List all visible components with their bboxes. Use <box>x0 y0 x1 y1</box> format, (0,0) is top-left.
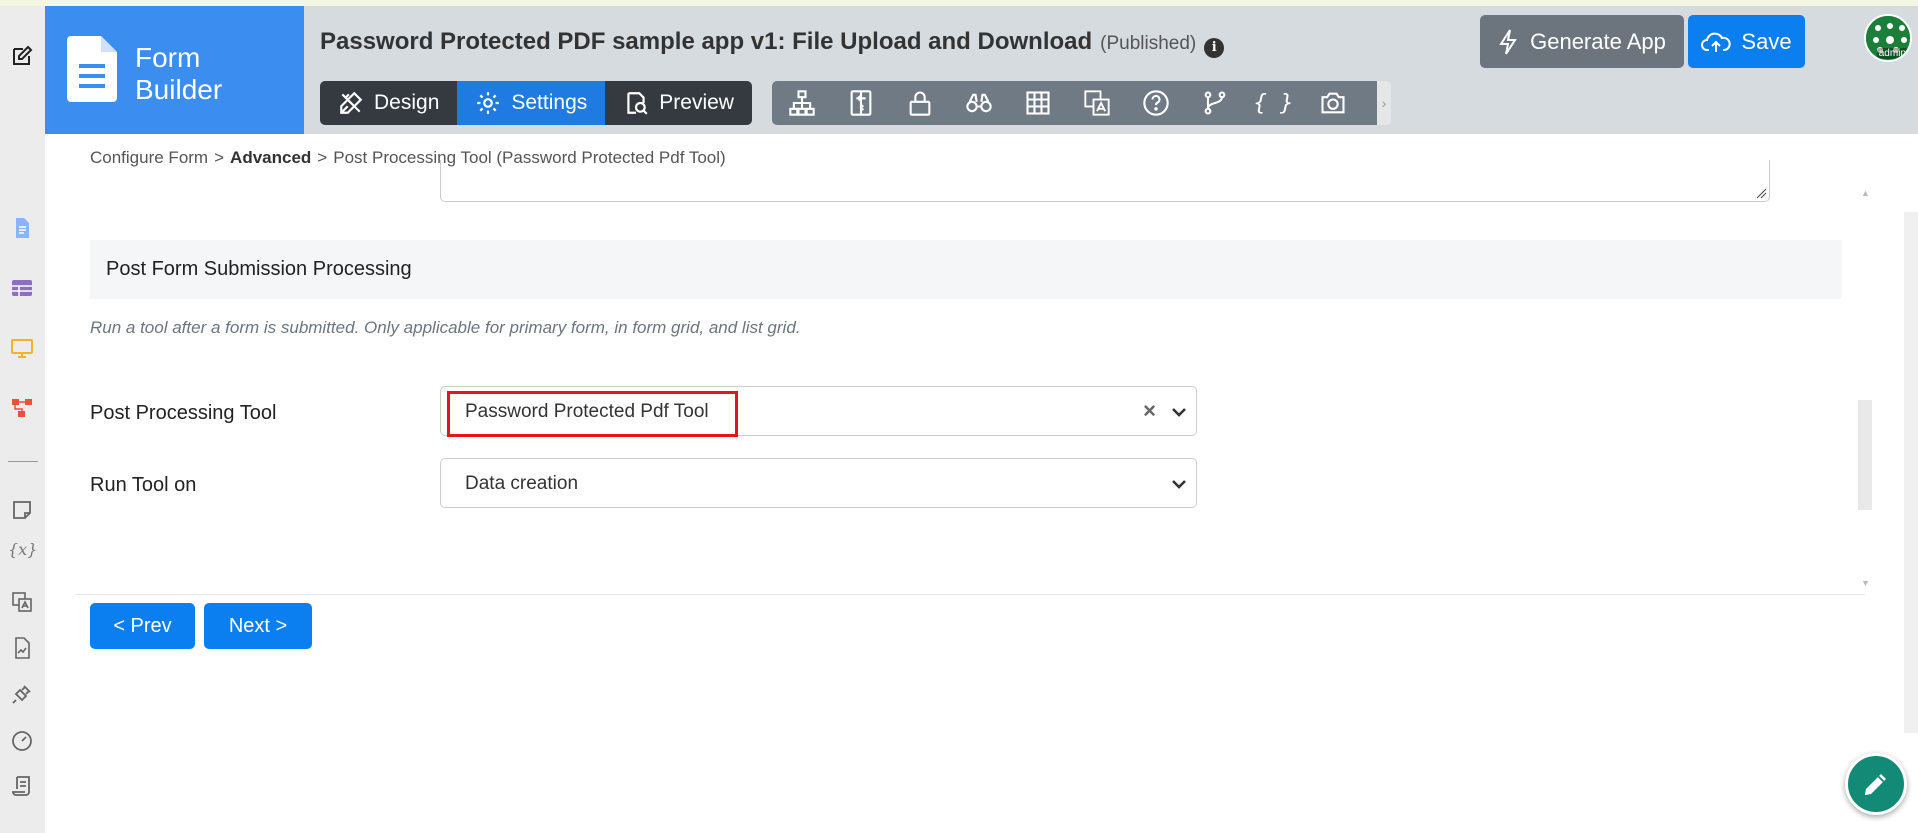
previous-textarea[interactable] <box>440 160 1770 202</box>
breadcrumb-configure-form[interactable]: Configure Form <box>90 148 208 167</box>
tab-preview-label: Preview <box>659 91 734 114</box>
chart-file-icon[interactable] <box>10 636 34 660</box>
clear-selection-icon[interactable]: × <box>1143 398 1156 424</box>
breadcrumb-advanced[interactable]: Advanced <box>230 148 311 167</box>
cloud-upload-icon <box>1701 32 1732 52</box>
variables-icon[interactable]: {x} <box>8 540 37 559</box>
lightning-icon <box>1499 28 1517 55</box>
translate-button[interactable] <box>1067 81 1126 125</box>
tab-design-label: Design <box>374 91 440 114</box>
gear-icon <box>477 92 500 114</box>
inner-scrollbar-thumb[interactable] <box>1858 400 1872 510</box>
publish-status: (Published) <box>1100 33 1197 54</box>
highlight-box <box>447 391 738 437</box>
run-tool-on-value: Data creation <box>465 473 579 494</box>
chevron-down-icon <box>1172 408 1186 417</box>
generate-app-label: Generate App <box>1530 28 1666 54</box>
help-circle-icon <box>1142 90 1169 116</box>
camera-button[interactable] <box>1303 81 1362 125</box>
grid-button[interactable] <box>1008 81 1067 125</box>
tab-preview[interactable]: Preview <box>605 81 752 125</box>
generate-app-button[interactable]: Generate App <box>1480 15 1684 68</box>
brand-line-2: Builder <box>135 74 223 105</box>
dashboard-gauge-icon[interactable] <box>10 728 34 752</box>
scroll-document-icon[interactable] <box>10 774 34 798</box>
breadcrumb-separator: > <box>317 148 328 167</box>
section-header: Post Form Submission Processing <box>90 240 1842 299</box>
chevron-down-icon <box>1172 480 1186 489</box>
grid-icon <box>1025 91 1050 115</box>
binoculars-icon <box>965 93 992 113</box>
save-label: Save <box>1741 28 1792 54</box>
footer-divider <box>75 594 1865 595</box>
design-tools-icon <box>340 91 363 114</box>
section-title: Post Form Submission Processing <box>106 258 412 280</box>
braces-icon: { } <box>1253 90 1294 116</box>
brand-line-1: Form <box>135 42 201 73</box>
edit-fab-button[interactable] <box>1845 753 1907 815</box>
brand-logo[interactable]: Form Builder <box>45 6 304 134</box>
run-tool-on-select[interactable]: Data creation <box>440 458 1197 508</box>
mode-tabs: Design Settings Preview <box>320 81 752 125</box>
rail-separator <box>8 461 38 462</box>
edit-form-icon[interactable] <box>10 44 34 68</box>
left-rail: {x} <box>0 6 45 833</box>
form-document-icon <box>67 36 117 102</box>
braces-button[interactable]: { } <box>1244 81 1303 125</box>
tab-settings[interactable]: Settings <box>457 81 606 125</box>
toolbar-more-button[interactable]: › <box>1377 81 1391 125</box>
tab-design[interactable]: Design <box>320 81 457 125</box>
help-button[interactable] <box>1126 81 1185 125</box>
header: Password Protected PDF sample app v1: Fi… <box>304 6 1918 134</box>
branch-icon <box>1204 91 1225 115</box>
pencil-icon <box>1864 774 1886 796</box>
brand-name: Form Builder <box>135 42 222 106</box>
breadcrumb-separator: > <box>214 148 225 167</box>
tab-settings-label: Settings <box>511 91 588 114</box>
plugin-icon[interactable] <box>10 682 34 706</box>
monitor-icon[interactable] <box>10 336 34 360</box>
translate-icon <box>1083 90 1110 116</box>
column-layout-button[interactable] <box>831 81 890 125</box>
binoculars-button[interactable] <box>949 81 1008 125</box>
translate-rail-icon[interactable] <box>10 590 34 614</box>
lock-icon <box>909 91 930 116</box>
note-icon[interactable] <box>10 498 34 522</box>
post-processing-tool-label: Post Processing Tool <box>90 402 277 424</box>
avatar-label: admin <box>1876 48 1908 59</box>
resize-grip-icon[interactable] <box>1755 187 1767 199</box>
hierarchy-icon <box>788 90 815 116</box>
document-icon[interactable] <box>10 216 34 240</box>
hierarchy-button[interactable] <box>772 81 831 125</box>
camera-icon <box>1320 92 1345 114</box>
info-icon[interactable]: i <box>1204 37 1225 58</box>
app-title-text: Password Protected PDF sample app v1: Fi… <box>320 28 1093 55</box>
scroll-down-arrow[interactable]: ▼ <box>1861 578 1870 588</box>
page-scrollbar[interactable] <box>1904 212 1918 733</box>
preview-search-icon <box>627 92 648 115</box>
workflow-icon[interactable] <box>10 396 34 420</box>
table-icon[interactable] <box>10 276 34 300</box>
branch-button[interactable] <box>1185 81 1244 125</box>
save-button[interactable]: Save <box>1688 15 1805 68</box>
section-description: Run a tool after a form is submitted. On… <box>90 318 801 337</box>
avatar[interactable]: admin <box>1864 14 1912 62</box>
app-title: Password Protected PDF sample app v1: Fi… <box>320 28 1225 58</box>
column-layout-icon <box>850 90 871 116</box>
run-tool-on-label: Run Tool on <box>90 474 197 496</box>
prev-button[interactable]: < Prev <box>90 603 195 649</box>
scroll-up-arrow[interactable]: ▲ <box>1861 188 1870 198</box>
settings-toolbar: { } <box>772 81 1377 125</box>
permissions-button[interactable] <box>890 81 949 125</box>
next-button[interactable]: Next > <box>204 603 312 649</box>
